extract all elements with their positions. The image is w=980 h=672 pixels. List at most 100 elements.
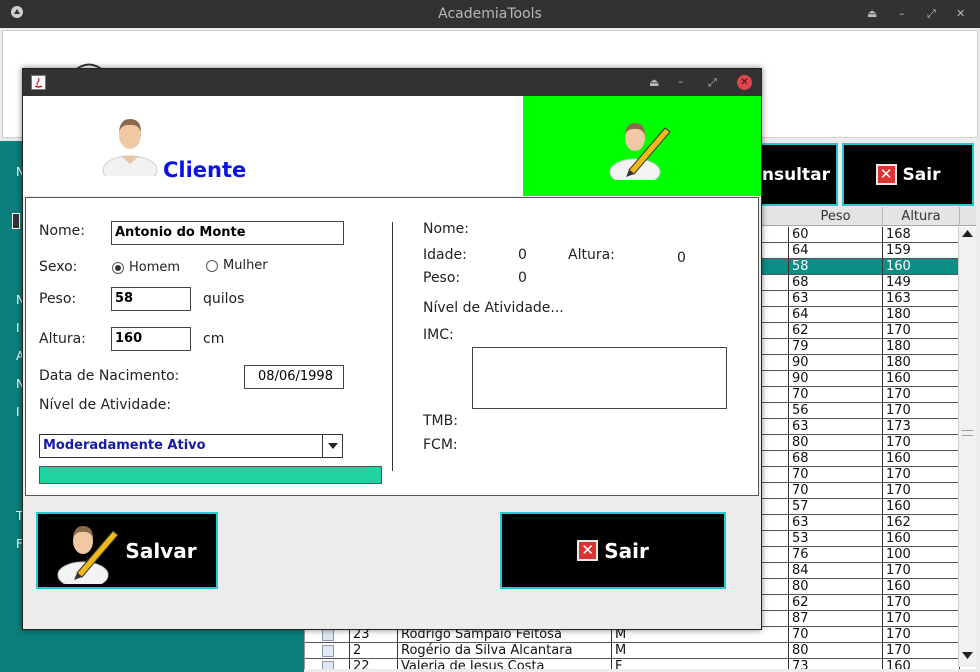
cell-peso: 70 (789, 627, 883, 643)
radio-homem-label[interactable]: Homem (129, 260, 180, 275)
radio-homem[interactable] (112, 262, 124, 274)
cell-id: 2 (350, 643, 398, 659)
cell-peso: 63 (789, 291, 883, 307)
summary-nome-label: Nome: (423, 221, 470, 237)
dialog-titlebar: ⏏ – ⤢ ✕ (23, 69, 761, 96)
panel-field-edge[interactable] (12, 213, 20, 229)
maximize-icon[interactable]: ⤢ (927, 7, 936, 21)
cell-peso: 68 (789, 275, 883, 291)
cell-sexo: M (612, 643, 789, 659)
main-sair-button[interactable]: ✕ Sair (842, 143, 974, 206)
cell-peso: 56 (789, 403, 883, 419)
dialog-header-accent (523, 96, 761, 196)
cell-altura: 160 (883, 499, 960, 515)
cell-altura: 160 (883, 259, 960, 275)
activity-progress-bar (39, 466, 382, 484)
dialog-title: Cliente (163, 158, 247, 182)
form-panel: Nome: Antonio do Monte Sexo: Homem Mulhe… (25, 197, 759, 496)
cell-altura: 163 (883, 291, 960, 307)
cell-altura: 170 (883, 595, 960, 611)
atividade-select[interactable]: Moderadamente Ativo (39, 434, 343, 458)
cell-peso: 53 (789, 531, 883, 547)
cell-altura: 170 (883, 611, 960, 627)
dialog-sair-button[interactable]: ✕ Sair (500, 512, 726, 589)
user-avatar-icon (102, 119, 158, 176)
cell-peso: 64 (789, 307, 883, 323)
cell-sexo: F (612, 659, 789, 669)
cell-peso: 84 (789, 563, 883, 579)
cell-altura: 160 (883, 371, 960, 387)
checkbox-icon[interactable] (322, 661, 334, 669)
scroll-thumb-grip[interactable] (962, 430, 973, 436)
salvar-button[interactable]: Salvar (36, 512, 218, 589)
radio-mulher-label[interactable]: Mulher (223, 258, 268, 273)
cell-peso: 73 (789, 659, 883, 669)
dialog-maximize-icon[interactable]: ⤢ (708, 76, 717, 90)
cell-peso: 63 (789, 419, 883, 435)
cell-altura: 180 (883, 307, 960, 323)
cell-peso: 63 (789, 515, 883, 531)
close-x-icon: ✕ (577, 540, 599, 561)
summary-altura-value: 0 (677, 250, 686, 266)
cell-nome: Rogério da Silva Alcantara (398, 643, 612, 659)
summary-peso-value: 0 (518, 270, 527, 286)
cell-peso: 64 (789, 243, 883, 259)
shade-icon[interactable]: ⏏ (867, 7, 877, 20)
altura-field[interactable]: 160 (111, 327, 191, 351)
summary-fcm-label: FCM: (423, 437, 458, 453)
atividade-label: Nível de Atividade: (39, 397, 172, 413)
cell-peso: 62 (789, 323, 883, 339)
combo-arrow-icon[interactable] (322, 435, 342, 457)
summary-idade-label: Idade: (423, 247, 467, 263)
cell-peso: 90 (789, 355, 883, 371)
checkbox-icon[interactable] (322, 645, 334, 657)
cell-peso: 70 (789, 467, 883, 483)
nascimento-field[interactable]: 08/06/1998 (244, 365, 344, 389)
cliente-dialog: ⏏ – ⤢ ✕ Cliente Nome: Antonio do Monte S… (22, 68, 762, 630)
dialog-close-icon[interactable]: ✕ (737, 75, 752, 90)
close-icon[interactable]: ✕ (956, 7, 965, 20)
dialog-sair-button-label: Sair (604, 538, 649, 563)
dialog-shade-icon[interactable]: ⏏ (649, 76, 659, 89)
summary-atividade-label: Nível de Atividade... (423, 300, 564, 316)
altura-label: Altura: (39, 331, 86, 347)
cell-altura: 170 (883, 403, 960, 419)
scroll-up-icon[interactable] (962, 230, 973, 237)
cell-peso: 76 (789, 547, 883, 563)
cell-select[interactable] (305, 659, 350, 669)
checkbox-icon[interactable] (322, 629, 334, 641)
table-scrollbar[interactable] (958, 227, 976, 667)
minimize-icon[interactable]: – (899, 7, 905, 20)
altura-unit: cm (203, 331, 225, 347)
java-app-icon (31, 75, 46, 90)
summary-tmb-label: TMB: (423, 413, 458, 429)
nome-field[interactable]: Antonio do Monte (111, 221, 344, 245)
cell-peso: 87 (789, 611, 883, 627)
summary-imc-label: IMC: (423, 327, 454, 343)
peso-field[interactable]: 58 (111, 287, 191, 311)
cell-peso: 80 (789, 435, 883, 451)
radio-mulher[interactable] (206, 260, 218, 272)
column-header-peso[interactable]: Peso (789, 207, 883, 226)
cell-altura: 160 (883, 451, 960, 467)
cell-peso: 68 (789, 451, 883, 467)
peso-label: Peso: (39, 291, 77, 307)
main-window-title: AcademiaTools (438, 6, 542, 22)
cell-altura: 170 (883, 387, 960, 403)
nome-label: Nome: (39, 223, 86, 239)
cell-select[interactable] (305, 643, 350, 659)
nascimento-label: Data de Nacimento: (39, 368, 180, 384)
cell-altura: 173 (883, 419, 960, 435)
scroll-down-icon[interactable] (962, 652, 973, 659)
table-row[interactable]: 2 Rogério da Silva Alcantara M 80 170 (305, 643, 960, 659)
panel-letter: I (16, 321, 20, 335)
cell-altura: 170 (883, 435, 960, 451)
dialog-minimize-icon[interactable]: – (678, 75, 684, 88)
cell-altura: 160 (883, 531, 960, 547)
column-header-altura[interactable]: Altura (883, 207, 960, 226)
cell-peso: 70 (789, 483, 883, 499)
user-edit-icon (609, 123, 671, 180)
table-row[interactable]: 22 Valeria de Jesus Costa F 73 160 (305, 659, 960, 669)
cell-altura: 159 (883, 243, 960, 259)
main-sair-button-label: Sair (902, 164, 941, 185)
